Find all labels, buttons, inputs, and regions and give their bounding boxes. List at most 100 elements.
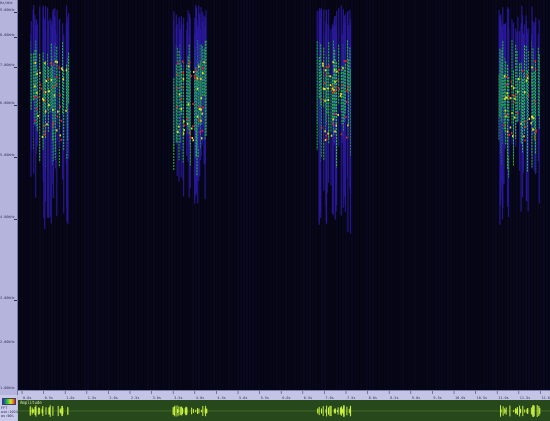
spectral-peak <box>51 125 54 128</box>
spectral-peak <box>37 96 39 99</box>
noise-column <box>162 0 164 390</box>
spectral-peak <box>331 89 333 91</box>
spectral-peak <box>534 100 536 103</box>
noise-column <box>78 0 80 390</box>
spectral-peak <box>178 93 181 96</box>
spectral-peak <box>48 104 50 106</box>
spectral-peak <box>183 124 186 127</box>
spectral-peak <box>182 132 185 135</box>
spectral-peak <box>34 119 36 122</box>
spectral-peak <box>347 124 349 127</box>
noise-column <box>75 0 77 390</box>
spectral-peak <box>526 74 528 77</box>
noise-column <box>171 0 173 390</box>
freq-tick-label: 1.00kHz <box>0 386 15 390</box>
noise-column <box>465 0 467 390</box>
spectral-peak <box>338 88 341 91</box>
spectral-peak <box>176 87 179 90</box>
noise-column <box>423 0 425 390</box>
spectral-peak <box>192 139 194 142</box>
noise-column <box>300 0 302 390</box>
spectral-peak <box>531 116 534 119</box>
spectral-peak <box>347 86 349 89</box>
spectral-peak <box>45 80 47 82</box>
spectral-peak <box>332 118 335 121</box>
spectral-peak <box>40 87 43 90</box>
noise-column <box>546 0 548 390</box>
spectral-peak <box>321 98 323 101</box>
spectral-peak <box>56 115 59 118</box>
spectral-peak <box>325 65 328 68</box>
spectral-peak <box>199 131 201 134</box>
spectral-peak <box>44 100 46 103</box>
spectral-peak <box>513 87 515 89</box>
noise-column <box>411 0 413 390</box>
view-settings-panel: FFT win:1024 ov:50% <box>0 395 18 421</box>
spectral-peak <box>327 132 329 135</box>
freq-tick-label: 6.00kHz <box>0 101 15 105</box>
noise-column <box>480 0 482 390</box>
noise-column <box>111 0 113 390</box>
noise-column <box>18 0 20 390</box>
spectral-peak <box>510 81 513 83</box>
spectral-peak <box>514 97 516 100</box>
spectral-peak <box>34 96 36 98</box>
noise-column <box>216 0 218 390</box>
spectral-peak <box>183 129 185 132</box>
spectral-peak <box>191 127 193 130</box>
spectral-peak <box>183 120 185 123</box>
spectral-peak <box>176 106 178 109</box>
spectral-peak <box>47 78 49 80</box>
spectral-peak <box>325 73 327 76</box>
noise-column <box>165 0 167 390</box>
spectral-peak <box>325 138 328 141</box>
noise-column <box>132 0 134 390</box>
waveform-panel[interactable]: Amplitude <box>18 400 550 421</box>
noise-column <box>426 0 428 390</box>
spectral-peak <box>327 87 329 90</box>
noise-column <box>237 0 239 390</box>
spectral-peak <box>196 77 199 80</box>
spectral-peak <box>178 125 180 128</box>
noise-column <box>390 0 392 390</box>
spectral-peak <box>337 79 339 82</box>
noise-column <box>255 0 257 390</box>
frequency-axis: Hz/kHz 9.00kHz 8.00kHz 7.00kHz 6.00kHz 5… <box>0 0 18 395</box>
noise-column <box>351 0 353 390</box>
spectral-peak <box>65 109 67 112</box>
spectral-peak <box>198 119 200 122</box>
spectral-peak <box>530 122 532 125</box>
spectral-peak <box>198 105 201 108</box>
waveform-trace <box>18 405 550 417</box>
noise-column <box>93 0 95 390</box>
noise-column <box>477 0 479 390</box>
spectral-peak <box>335 124 337 127</box>
spectral-peak <box>534 136 536 139</box>
spectrogram-canvas[interactable] <box>18 0 550 390</box>
noise-column <box>144 0 146 390</box>
spectral-peak <box>504 97 506 100</box>
spectral-peak <box>330 134 333 137</box>
spectral-peak <box>524 139 526 142</box>
noise-column <box>399 0 401 390</box>
noise-column <box>168 0 170 390</box>
spectral-peak <box>513 101 515 104</box>
noise-column <box>153 0 155 390</box>
noise-column <box>252 0 254 390</box>
spectral-peak <box>508 134 511 136</box>
freq-tick-label: 7.00kHz <box>0 63 15 67</box>
noise-column <box>294 0 296 390</box>
noise-column <box>231 0 233 390</box>
spectral-peak <box>343 60 346 63</box>
spectral-peak <box>201 137 203 140</box>
noise-column <box>120 0 122 390</box>
noise-column <box>540 0 542 390</box>
noise-column <box>282 0 284 390</box>
noise-column <box>432 0 434 390</box>
spectral-peak <box>524 91 526 94</box>
spectral-peak <box>324 130 326 133</box>
spectral-peak <box>59 105 61 108</box>
noise-column <box>249 0 251 390</box>
spectrogram-view[interactable] <box>18 0 550 390</box>
color-palette-icon[interactable] <box>2 398 16 405</box>
